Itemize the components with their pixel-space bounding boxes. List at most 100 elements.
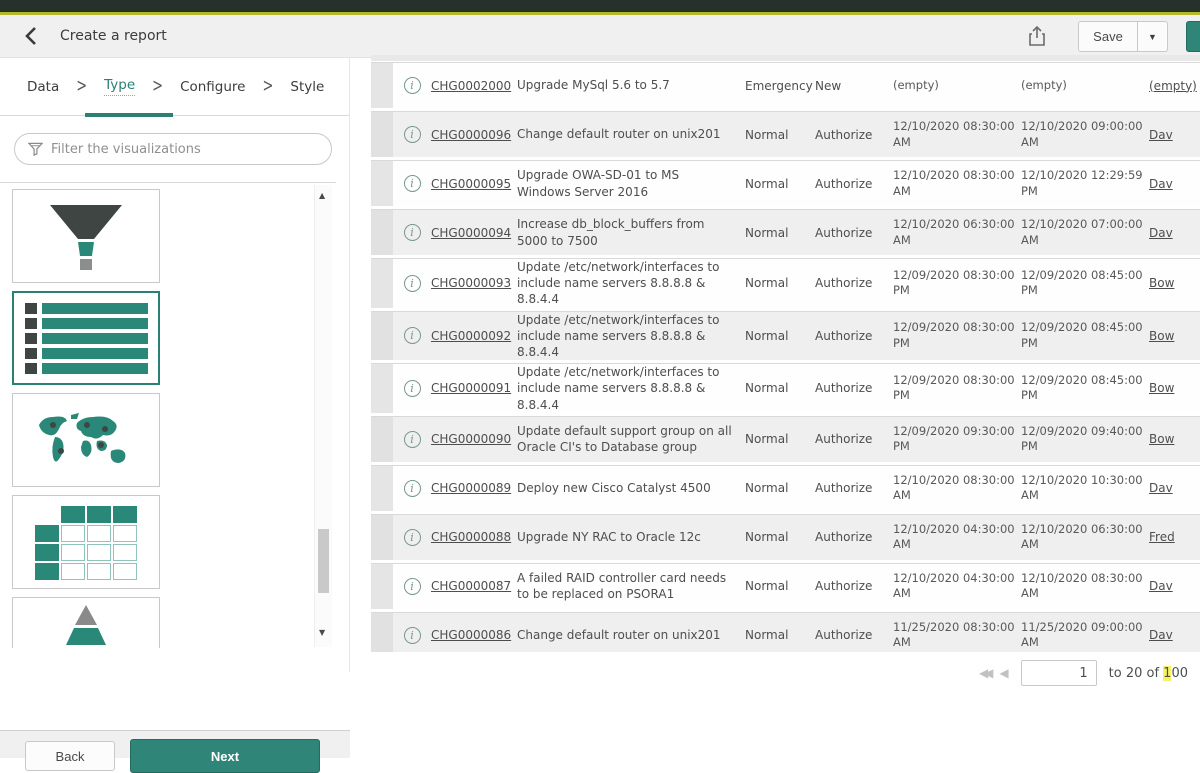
viz-option-list[interactable]	[12, 291, 160, 385]
short-description: A failed RAID controller card needs to b…	[517, 570, 745, 602]
viz-option-pyramid[interactable]	[12, 597, 160, 648]
change-number-link[interactable]: CHG0000092	[431, 329, 511, 343]
scrollbar-thumb[interactable]	[318, 529, 329, 593]
planned-end-date: 12/09/2020 08:45:00PM	[1021, 320, 1149, 351]
assigned-to-link[interactable]: Dav	[1149, 128, 1173, 142]
step-type[interactable]: Type	[104, 77, 135, 96]
change-number-link[interactable]: CHG0002000	[431, 79, 511, 93]
info-icon[interactable]: i	[404, 77, 421, 94]
previous-page-icon[interactable]: ◀	[999, 666, 1008, 680]
info-icon[interactable]: i	[404, 380, 421, 397]
table-row[interactable]: i CHG0000086 Change default router on un…	[371, 612, 1200, 652]
scroll-up-icon[interactable]: ▲	[319, 191, 325, 200]
first-page-icon[interactable]: ◀◀	[979, 666, 989, 680]
step-configure[interactable]: Configure	[180, 79, 245, 95]
info-icon[interactable]: i	[404, 578, 421, 595]
clipped-row-top	[371, 55, 1200, 61]
state: Authorize	[815, 128, 893, 142]
total-rest-digits: 00	[1171, 666, 1188, 681]
page-number-input[interactable]	[1021, 660, 1097, 686]
save-button[interactable]: Save	[1078, 21, 1138, 52]
table-row[interactable]: i CHG0000092 Update /etc/network/interfa…	[371, 311, 1200, 361]
table-row[interactable]: i CHG0000088 Upgrade NY RAC to Oracle 12…	[371, 514, 1200, 560]
row-gutter	[371, 112, 393, 157]
change-number-link[interactable]: CHG0000093	[431, 276, 511, 290]
planned-start-date: 11/25/2020 08:30:00AM	[893, 620, 1021, 651]
row-gutter	[371, 613, 393, 652]
step-style[interactable]: Style	[290, 79, 324, 95]
info-icon[interactable]: i	[404, 431, 421, 448]
table-row[interactable]: i CHG0000094 Increase db_block_buffers f…	[371, 209, 1200, 255]
short-description: Update /etc/network/interfaces to includ…	[517, 259, 745, 308]
table-row[interactable]: i CHG0000093 Update /etc/network/interfa…	[371, 258, 1200, 308]
info-icon[interactable]: i	[404, 126, 421, 143]
assigned-to-link[interactable]: Bow	[1149, 329, 1174, 343]
assigned-to-link[interactable]: Dav	[1149, 481, 1173, 495]
table-row[interactable]: i CHG0000096 Change default router on un…	[371, 111, 1200, 157]
viz-option-pivot-table[interactable]	[12, 495, 160, 589]
change-number-link[interactable]: CHG0000096	[431, 128, 511, 142]
planned-end-date: 12/10/2020 06:30:00AM	[1021, 522, 1149, 553]
info-icon[interactable]: i	[404, 224, 421, 241]
priority: Emergency	[745, 79, 815, 93]
assigned-to-link[interactable]: Fred	[1149, 530, 1175, 544]
top-app-bar	[0, 0, 1200, 15]
back-button[interactable]: Back	[25, 741, 115, 771]
viz-option-funnel[interactable]	[12, 189, 160, 283]
priority: Normal	[745, 329, 815, 343]
info-icon[interactable]: i	[404, 480, 421, 497]
state: Authorize	[815, 276, 893, 290]
table-row[interactable]: i CHG0002000 Upgrade MySql 5.6 to 5.7 Em…	[371, 62, 1200, 108]
share-button[interactable]	[1022, 23, 1052, 51]
change-number-link[interactable]: CHG0000094	[431, 226, 511, 240]
state: Authorize	[815, 579, 893, 593]
assigned-to-link[interactable]: Bow	[1149, 276, 1174, 290]
world-map-icon	[31, 407, 141, 473]
clipped-primary-button[interactable]	[1186, 21, 1200, 52]
step-data[interactable]: Data	[27, 79, 59, 95]
planned-end-date: (empty)	[1021, 78, 1149, 94]
priority: Normal	[745, 579, 815, 593]
active-step-indicator	[85, 113, 173, 117]
planned-start-date: 12/10/2020 08:30:00AM	[893, 473, 1021, 504]
assigned-to-link[interactable]: Bow	[1149, 381, 1174, 395]
report-preview-table: i CHG0002000 Upgrade MySql 5.6 to 5.7 Em…	[371, 55, 1200, 652]
viz-option-map[interactable]	[12, 393, 160, 487]
assigned-to-link[interactable]: Dav	[1149, 177, 1173, 191]
change-number-link[interactable]: CHG0000089	[431, 481, 511, 495]
table-row[interactable]: i CHG0000087 A failed RAID controller ca…	[371, 563, 1200, 609]
range-text: to 20 of	[1109, 666, 1159, 681]
table-row[interactable]: i CHG0000091 Update /etc/network/interfa…	[371, 363, 1200, 413]
change-number-link[interactable]: CHG0000088	[431, 530, 511, 544]
assigned-to-link[interactable]: Dav	[1149, 226, 1173, 240]
info-icon[interactable]: i	[404, 529, 421, 546]
assigned-to-link[interactable]: Dav	[1149, 579, 1173, 593]
row-gutter	[371, 466, 393, 511]
table-row[interactable]: i CHG0000089 Deploy new Cisco Catalyst 4…	[371, 465, 1200, 511]
report-wizard-panel: Data > Type > Configure > Style	[0, 58, 350, 672]
info-icon[interactable]: i	[404, 327, 421, 344]
assigned-to-link[interactable]: Dav	[1149, 628, 1173, 642]
info-icon[interactable]: i	[404, 627, 421, 644]
info-icon[interactable]: i	[404, 275, 421, 292]
back-arrow-button[interactable]	[16, 22, 46, 52]
table-row[interactable]: i CHG0000095 Upgrade OWA-SD-01 to MS Win…	[371, 160, 1200, 206]
change-number-link[interactable]: CHG0000090	[431, 432, 511, 446]
assigned-to-link[interactable]: Bow	[1149, 432, 1174, 446]
planned-end-date: 12/09/2020 08:45:00PM	[1021, 268, 1149, 299]
change-number-link[interactable]: CHG0000095	[431, 177, 511, 191]
short-description: Upgrade OWA-SD-01 to MS Windows Server 2…	[517, 167, 745, 199]
viz-list-scrollbar[interactable]: ▲ ▼	[314, 185, 332, 647]
scroll-down-icon[interactable]: ▼	[319, 628, 325, 637]
info-icon[interactable]: i	[404, 175, 421, 192]
save-menu-caret-button[interactable]: ▼	[1138, 21, 1168, 52]
assigned-to-link[interactable]: (empty)	[1149, 79, 1197, 93]
change-number-link[interactable]: CHG0000087	[431, 579, 511, 593]
filter-visualizations-input[interactable]	[51, 142, 331, 157]
planned-end-date: 12/10/2020 09:00:00AM	[1021, 119, 1149, 150]
next-button[interactable]: Next	[130, 739, 320, 773]
table-row[interactable]: i CHG0000090 Update default support grou…	[371, 416, 1200, 462]
change-number-link[interactable]: CHG0000086	[431, 628, 511, 642]
chevron-right-icon: >	[152, 76, 163, 97]
change-number-link[interactable]: CHG0000091	[431, 381, 511, 395]
